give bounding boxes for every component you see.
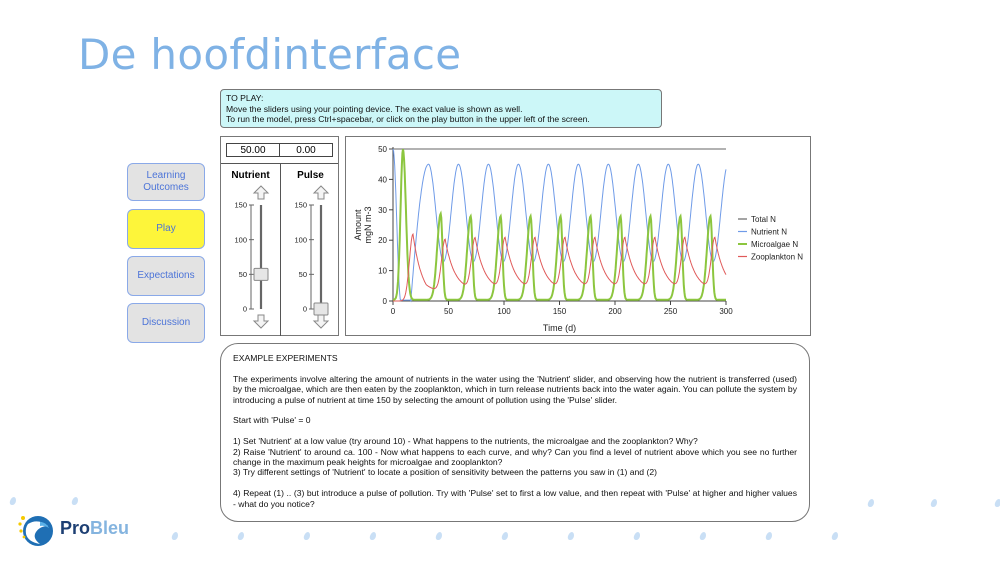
slider-tick-label: 150	[234, 201, 247, 210]
probleu-logo: ProBleu	[16, 512, 144, 548]
arrow-down-icon[interactable]	[312, 314, 330, 329]
nutrient-slider[interactable]: 150 100 50 0	[221, 182, 280, 332]
x-tick-label: 200	[608, 307, 622, 316]
decor-dot	[303, 532, 311, 540]
arrow-down-icon[interactable]	[252, 314, 270, 329]
slider-tick-label: 50	[239, 270, 247, 279]
slide-title: De hoofdinterface	[78, 30, 462, 79]
x-tick-label: 300	[719, 307, 733, 316]
y-axis-label: Amount	[353, 209, 363, 241]
y-tick-label: 50	[378, 145, 387, 154]
legend-label: Zooplankton N	[751, 253, 803, 262]
logo-text: ProBleu	[60, 518, 129, 539]
nav-learning-outcomes-button[interactable]: Learning Outcomes	[127, 163, 205, 201]
nav-label: Discussion	[141, 317, 191, 328]
logo-text-bleu: Bleu	[90, 518, 130, 538]
arrow-up-icon[interactable]	[252, 185, 270, 200]
chart-panel: 0 50 100 150 200 250 300 0 10 20 30 40 50 Time (d) Amo…	[345, 136, 811, 336]
decor-dot	[435, 532, 443, 540]
examples-heading: EXAMPLE EXPERIMENTS	[233, 353, 338, 363]
y-tick-label: 20	[378, 236, 387, 245]
example-experiments-box: EXAMPLE EXPERIMENTS The experiments invo…	[220, 343, 810, 522]
x-axis-label: Time (d)	[543, 323, 576, 333]
decor-dot	[930, 499, 938, 507]
nutrient-slider-label: Nutrient	[231, 170, 270, 181]
decor-dot	[994, 499, 1000, 507]
decor-dot	[71, 497, 79, 505]
series-line-microalgae-n	[393, 149, 726, 301]
decor-dot	[501, 532, 509, 540]
slider-panel: 50.00 0.00 Nutrient Pulse 150 100 50 0 150 1…	[220, 136, 339, 336]
nutrient-value-field[interactable]: 50.00	[226, 143, 280, 157]
logo-text-pro: Pro	[60, 518, 91, 538]
decor-dot	[633, 532, 641, 540]
x-tick-label: 250	[664, 307, 678, 316]
x-tick-label: 0	[391, 307, 396, 316]
nav-expectations-button[interactable]: Expectations	[127, 256, 205, 296]
slider-graphic[interactable]: 150 100 50 0	[221, 182, 280, 332]
examples-step: 1) Set 'Nutrient' at a low value (try ar…	[233, 436, 698, 447]
probleu-swirl-icon	[18, 516, 53, 546]
instructions-box: TO PLAY: Move the sliders using your poi…	[220, 89, 662, 128]
nav-label: Play	[156, 223, 176, 234]
slider-tick-label: 50	[299, 270, 307, 279]
pulse-slider-label: Pulse	[297, 170, 324, 181]
examples-step: 4) Repeat (1) .. (3) but introduce a pul…	[233, 488, 797, 509]
decor-dot	[171, 532, 179, 540]
examples-intro: The experiments involve altering the amo…	[233, 373, 797, 405]
decor-dot	[567, 532, 575, 540]
x-tick-label: 100	[497, 307, 511, 316]
slider-graphic[interactable]: 150 100 50 0	[281, 182, 340, 332]
instructions-heading: TO PLAY:	[226, 93, 264, 103]
pulse-slider[interactable]: 150 100 50 0	[281, 182, 340, 332]
examples-step: 3) Try different settings of 'Nutrient' …	[233, 467, 657, 478]
decor-dot	[831, 532, 839, 540]
x-tick-label: 50	[444, 307, 453, 316]
nav-discussion-button[interactable]: Discussion	[127, 303, 205, 343]
nav-label: Learning Outcomes	[143, 170, 189, 193]
decor-dot	[699, 532, 707, 540]
decor-dot	[237, 532, 245, 540]
slider-tick-label: 100	[294, 235, 307, 244]
legend-label: Nutrient N	[751, 228, 787, 237]
y-tick-label: 40	[378, 175, 387, 184]
slider-thumb[interactable]	[253, 267, 269, 281]
population-chart: 0 50 100 150 200 250 300 0 10 20 30 40 50 Time (d) Amo…	[353, 145, 803, 333]
y-axis-label: mgN m-3	[363, 206, 373, 243]
legend-label: Total N	[751, 215, 776, 224]
slider-tick-label: 0	[243, 305, 247, 314]
nav-play-button[interactable]: Play	[127, 209, 205, 249]
decor-dot	[765, 532, 773, 540]
y-tick-label: 30	[378, 206, 387, 215]
slider-tick-label: 150	[294, 201, 307, 210]
nav-label: Expectations	[137, 270, 195, 281]
instructions-line: Move the sliders using your pointing dev…	[226, 103, 523, 114]
decor-dot	[867, 499, 875, 507]
slider-thumb[interactable]	[313, 302, 329, 316]
slider-tick-label: 100	[234, 235, 247, 244]
examples-start: Start with 'Pulse' = 0	[233, 415, 311, 426]
examples-step: 2) Raise 'Nutrient' to around ca. 100 - …	[233, 446, 797, 468]
x-tick-label: 150	[553, 307, 567, 316]
pulse-value-field[interactable]: 0.00	[279, 143, 333, 157]
y-tick-label: 10	[378, 267, 387, 276]
arrow-up-icon[interactable]	[312, 185, 330, 200]
decor-dot	[9, 497, 17, 505]
instructions-line: To run the model, press Ctrl+spacebar, o…	[226, 114, 590, 124]
slider-tick-label: 0	[303, 305, 307, 314]
legend-label: Microalgae N	[751, 240, 798, 249]
y-tick-label: 0	[383, 297, 388, 306]
decor-dot	[369, 532, 377, 540]
